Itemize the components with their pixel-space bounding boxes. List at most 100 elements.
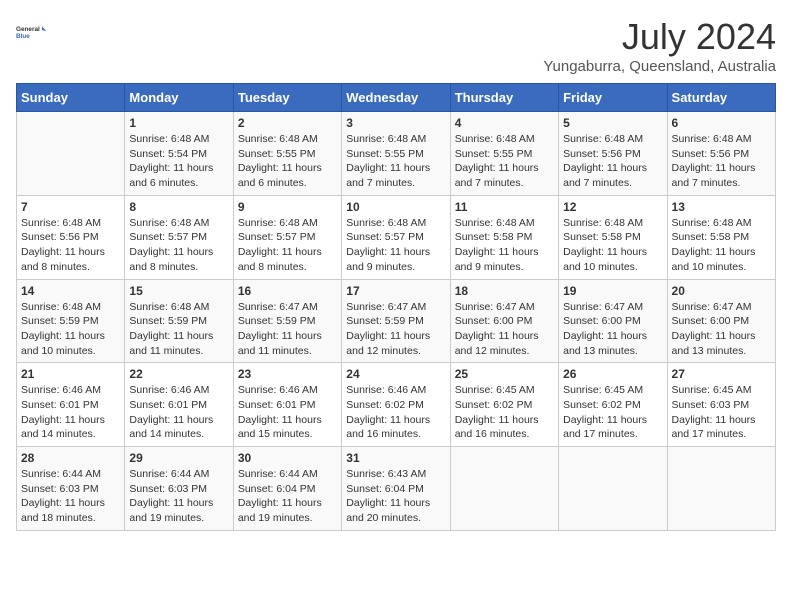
day-number: 23: [238, 367, 337, 381]
day-number: 29: [129, 451, 228, 465]
day-number: 3: [346, 116, 445, 130]
calendar-cell: 18 Sunrise: 6:47 AMSunset: 6:00 PMDayligh…: [450, 279, 558, 363]
day-number: 4: [455, 116, 554, 130]
day-info: Sunrise: 6:48 AMSunset: 5:57 PMDaylight:…: [129, 216, 228, 275]
day-info: Sunrise: 6:47 AMSunset: 5:59 PMDaylight:…: [346, 300, 445, 359]
calendar-cell: 6Sunrise: 6:48 AMSunset: 5:56 PMDaylight…: [667, 112, 775, 196]
calendar-cell: 8 Sunrise: 6:48 AMSunset: 5:57 PMDaylight…: [125, 195, 233, 279]
day-number: 27: [672, 367, 771, 381]
day-info: Sunrise: 6:45 AMSunset: 6:03 PMDaylight:…: [672, 383, 771, 442]
day-info: Sunrise: 6:48 AMSunset: 5:55 PMDaylight:…: [238, 132, 337, 191]
day-number: 21: [21, 367, 120, 381]
calendar-cell: 15 Sunrise: 6:48 AMSunset: 5:59 PMDayligh…: [125, 279, 233, 363]
weekday-header: Saturday: [667, 84, 775, 112]
page-header: GeneralBlue July 2024 Yungaburra, Queens…: [16, 16, 776, 75]
calendar-cell: 9 Sunrise: 6:48 AMSunset: 5:57 PMDaylight…: [233, 195, 341, 279]
day-info: Sunrise: 6:48 AMSunset: 5:56 PMDaylight:…: [563, 132, 662, 191]
day-number: 28: [21, 451, 120, 465]
calendar-table: SundayMondayTuesdayWednesdayThursdayFrid…: [16, 83, 776, 531]
day-info: Sunrise: 6:43 AMSunset: 6:04 PMDaylight:…: [346, 467, 445, 526]
calendar-cell: [450, 447, 558, 531]
day-info: Sunrise: 6:47 AMSunset: 6:00 PMDaylight:…: [563, 300, 662, 359]
day-number: 10: [346, 200, 445, 214]
day-number: 26: [563, 367, 662, 381]
calendar-cell: 7 Sunrise: 6:48 AMSunset: 5:56 PMDaylight…: [17, 195, 125, 279]
calendar-week-row: 28 Sunrise: 6:44 AMSunset: 6:03 PMDayligh…: [17, 447, 776, 531]
day-info: Sunrise: 6:48 AMSunset: 5:57 PMDaylight:…: [238, 216, 337, 275]
day-info: Sunrise: 6:48 AMSunset: 5:54 PMDaylight:…: [129, 132, 228, 191]
day-number: 24: [346, 367, 445, 381]
day-number: 16: [238, 284, 337, 298]
calendar-cell: 2Sunrise: 6:48 AMSunset: 5:55 PMDaylight…: [233, 112, 341, 196]
weekday-header: Tuesday: [233, 84, 341, 112]
calendar-cell: 13 Sunrise: 6:48 AMSunset: 5:58 PMDayligh…: [667, 195, 775, 279]
day-number: 22: [129, 367, 228, 381]
calendar-cell: 17 Sunrise: 6:47 AMSunset: 5:59 PMDayligh…: [342, 279, 450, 363]
weekday-header: Sunday: [17, 84, 125, 112]
day-number: 5: [563, 116, 662, 130]
calendar-cell: 27 Sunrise: 6:45 AMSunset: 6:03 PMDayligh…: [667, 363, 775, 447]
calendar-cell: 16 Sunrise: 6:47 AMSunset: 5:59 PMDayligh…: [233, 279, 341, 363]
day-info: Sunrise: 6:46 AMSunset: 6:01 PMDaylight:…: [21, 383, 120, 442]
day-number: 31: [346, 451, 445, 465]
day-info: Sunrise: 6:48 AMSunset: 5:58 PMDaylight:…: [455, 216, 554, 275]
day-number: 25: [455, 367, 554, 381]
calendar-cell: 22Sunrise: 6:46 AMSunset: 6:01 PMDayligh…: [125, 363, 233, 447]
calendar-cell: 5 Sunrise: 6:48 AMSunset: 5:56 PMDaylight…: [559, 112, 667, 196]
calendar-cell: 1 Sunrise: 6:48 AMSunset: 5:54 PMDaylight…: [125, 112, 233, 196]
day-info: Sunrise: 6:48 AMSunset: 5:55 PMDaylight:…: [455, 132, 554, 191]
location-title: Yungaburra, Queensland, Australia: [543, 58, 776, 75]
day-info: Sunrise: 6:48 AMSunset: 5:55 PMDaylight:…: [346, 132, 445, 191]
svg-text:General: General: [16, 26, 40, 33]
title-block: July 2024 Yungaburra, Queensland, Austra…: [543, 16, 776, 75]
weekday-header: Wednesday: [342, 84, 450, 112]
day-number: 20: [672, 284, 771, 298]
calendar-cell: 29Sunrise: 6:44 AMSunset: 6:03 PMDayligh…: [125, 447, 233, 531]
calendar-week-row: 14 Sunrise: 6:48 AMSunset: 5:59 PMDayligh…: [17, 279, 776, 363]
calendar-cell: 26 Sunrise: 6:45 AMSunset: 6:02 PMDayligh…: [559, 363, 667, 447]
day-info: Sunrise: 6:47 AMSunset: 6:00 PMDaylight:…: [672, 300, 771, 359]
day-info: Sunrise: 6:44 AMSunset: 6:03 PMDaylight:…: [21, 467, 120, 526]
svg-text:Blue: Blue: [16, 33, 30, 40]
day-number: 9: [238, 200, 337, 214]
day-number: 1: [129, 116, 228, 130]
month-title: July 2024: [543, 16, 776, 58]
day-info: Sunrise: 6:48 AMSunset: 5:58 PMDaylight:…: [672, 216, 771, 275]
day-number: 15: [129, 284, 228, 298]
calendar-cell: 30 Sunrise: 6:44 AMSunset: 6:04 PMDayligh…: [233, 447, 341, 531]
calendar-cell: 28 Sunrise: 6:44 AMSunset: 6:03 PMDayligh…: [17, 447, 125, 531]
calendar-week-row: 21 Sunrise: 6:46 AMSunset: 6:01 PMDayligh…: [17, 363, 776, 447]
day-number: 18: [455, 284, 554, 298]
day-number: 7: [21, 200, 120, 214]
day-info: Sunrise: 6:45 AMSunset: 6:02 PMDaylight:…: [455, 383, 554, 442]
calendar-cell: 21 Sunrise: 6:46 AMSunset: 6:01 PMDayligh…: [17, 363, 125, 447]
day-info: Sunrise: 6:48 AMSunset: 5:56 PMDaylight:…: [21, 216, 120, 275]
calendar-cell: 23 Sunrise: 6:46 AMSunset: 6:01 PMDayligh…: [233, 363, 341, 447]
day-number: 8: [129, 200, 228, 214]
day-info: Sunrise: 6:48 AMSunset: 5:57 PMDaylight:…: [346, 216, 445, 275]
calendar-cell: [17, 112, 125, 196]
day-number: 17: [346, 284, 445, 298]
calendar-cell: 14Sunrise: 6:48 AMSunset: 5:59 PMDayligh…: [17, 279, 125, 363]
day-info: Sunrise: 6:47 AMSunset: 5:59 PMDaylight:…: [238, 300, 337, 359]
day-info: Sunrise: 6:44 AMSunset: 6:04 PMDaylight:…: [238, 467, 337, 526]
day-number: 30: [238, 451, 337, 465]
day-info: Sunrise: 6:48 AMSunset: 5:59 PMDaylight:…: [129, 300, 228, 359]
calendar-cell: [667, 447, 775, 531]
day-number: 11: [455, 200, 554, 214]
calendar-week-row: 1 Sunrise: 6:48 AMSunset: 5:54 PMDaylight…: [17, 112, 776, 196]
calendar-cell: 25 Sunrise: 6:45 AMSunset: 6:02 PMDayligh…: [450, 363, 558, 447]
day-info: Sunrise: 6:46 AMSunset: 6:01 PMDaylight:…: [238, 383, 337, 442]
calendar-cell: [559, 447, 667, 531]
day-info: Sunrise: 6:47 AMSunset: 6:00 PMDaylight:…: [455, 300, 554, 359]
weekday-header: Thursday: [450, 84, 558, 112]
day-number: 12: [563, 200, 662, 214]
day-number: 14: [21, 284, 120, 298]
day-info: Sunrise: 6:46 AMSunset: 6:02 PMDaylight:…: [346, 383, 445, 442]
calendar-cell: 11 Sunrise: 6:48 AMSunset: 5:58 PMDayligh…: [450, 195, 558, 279]
calendar-cell: 31 Sunrise: 6:43 AMSunset: 6:04 PMDayligh…: [342, 447, 450, 531]
calendar-week-row: 7 Sunrise: 6:48 AMSunset: 5:56 PMDaylight…: [17, 195, 776, 279]
calendar-cell: 4 Sunrise: 6:48 AMSunset: 5:55 PMDaylight…: [450, 112, 558, 196]
day-info: Sunrise: 6:45 AMSunset: 6:02 PMDaylight:…: [563, 383, 662, 442]
day-number: 13: [672, 200, 771, 214]
